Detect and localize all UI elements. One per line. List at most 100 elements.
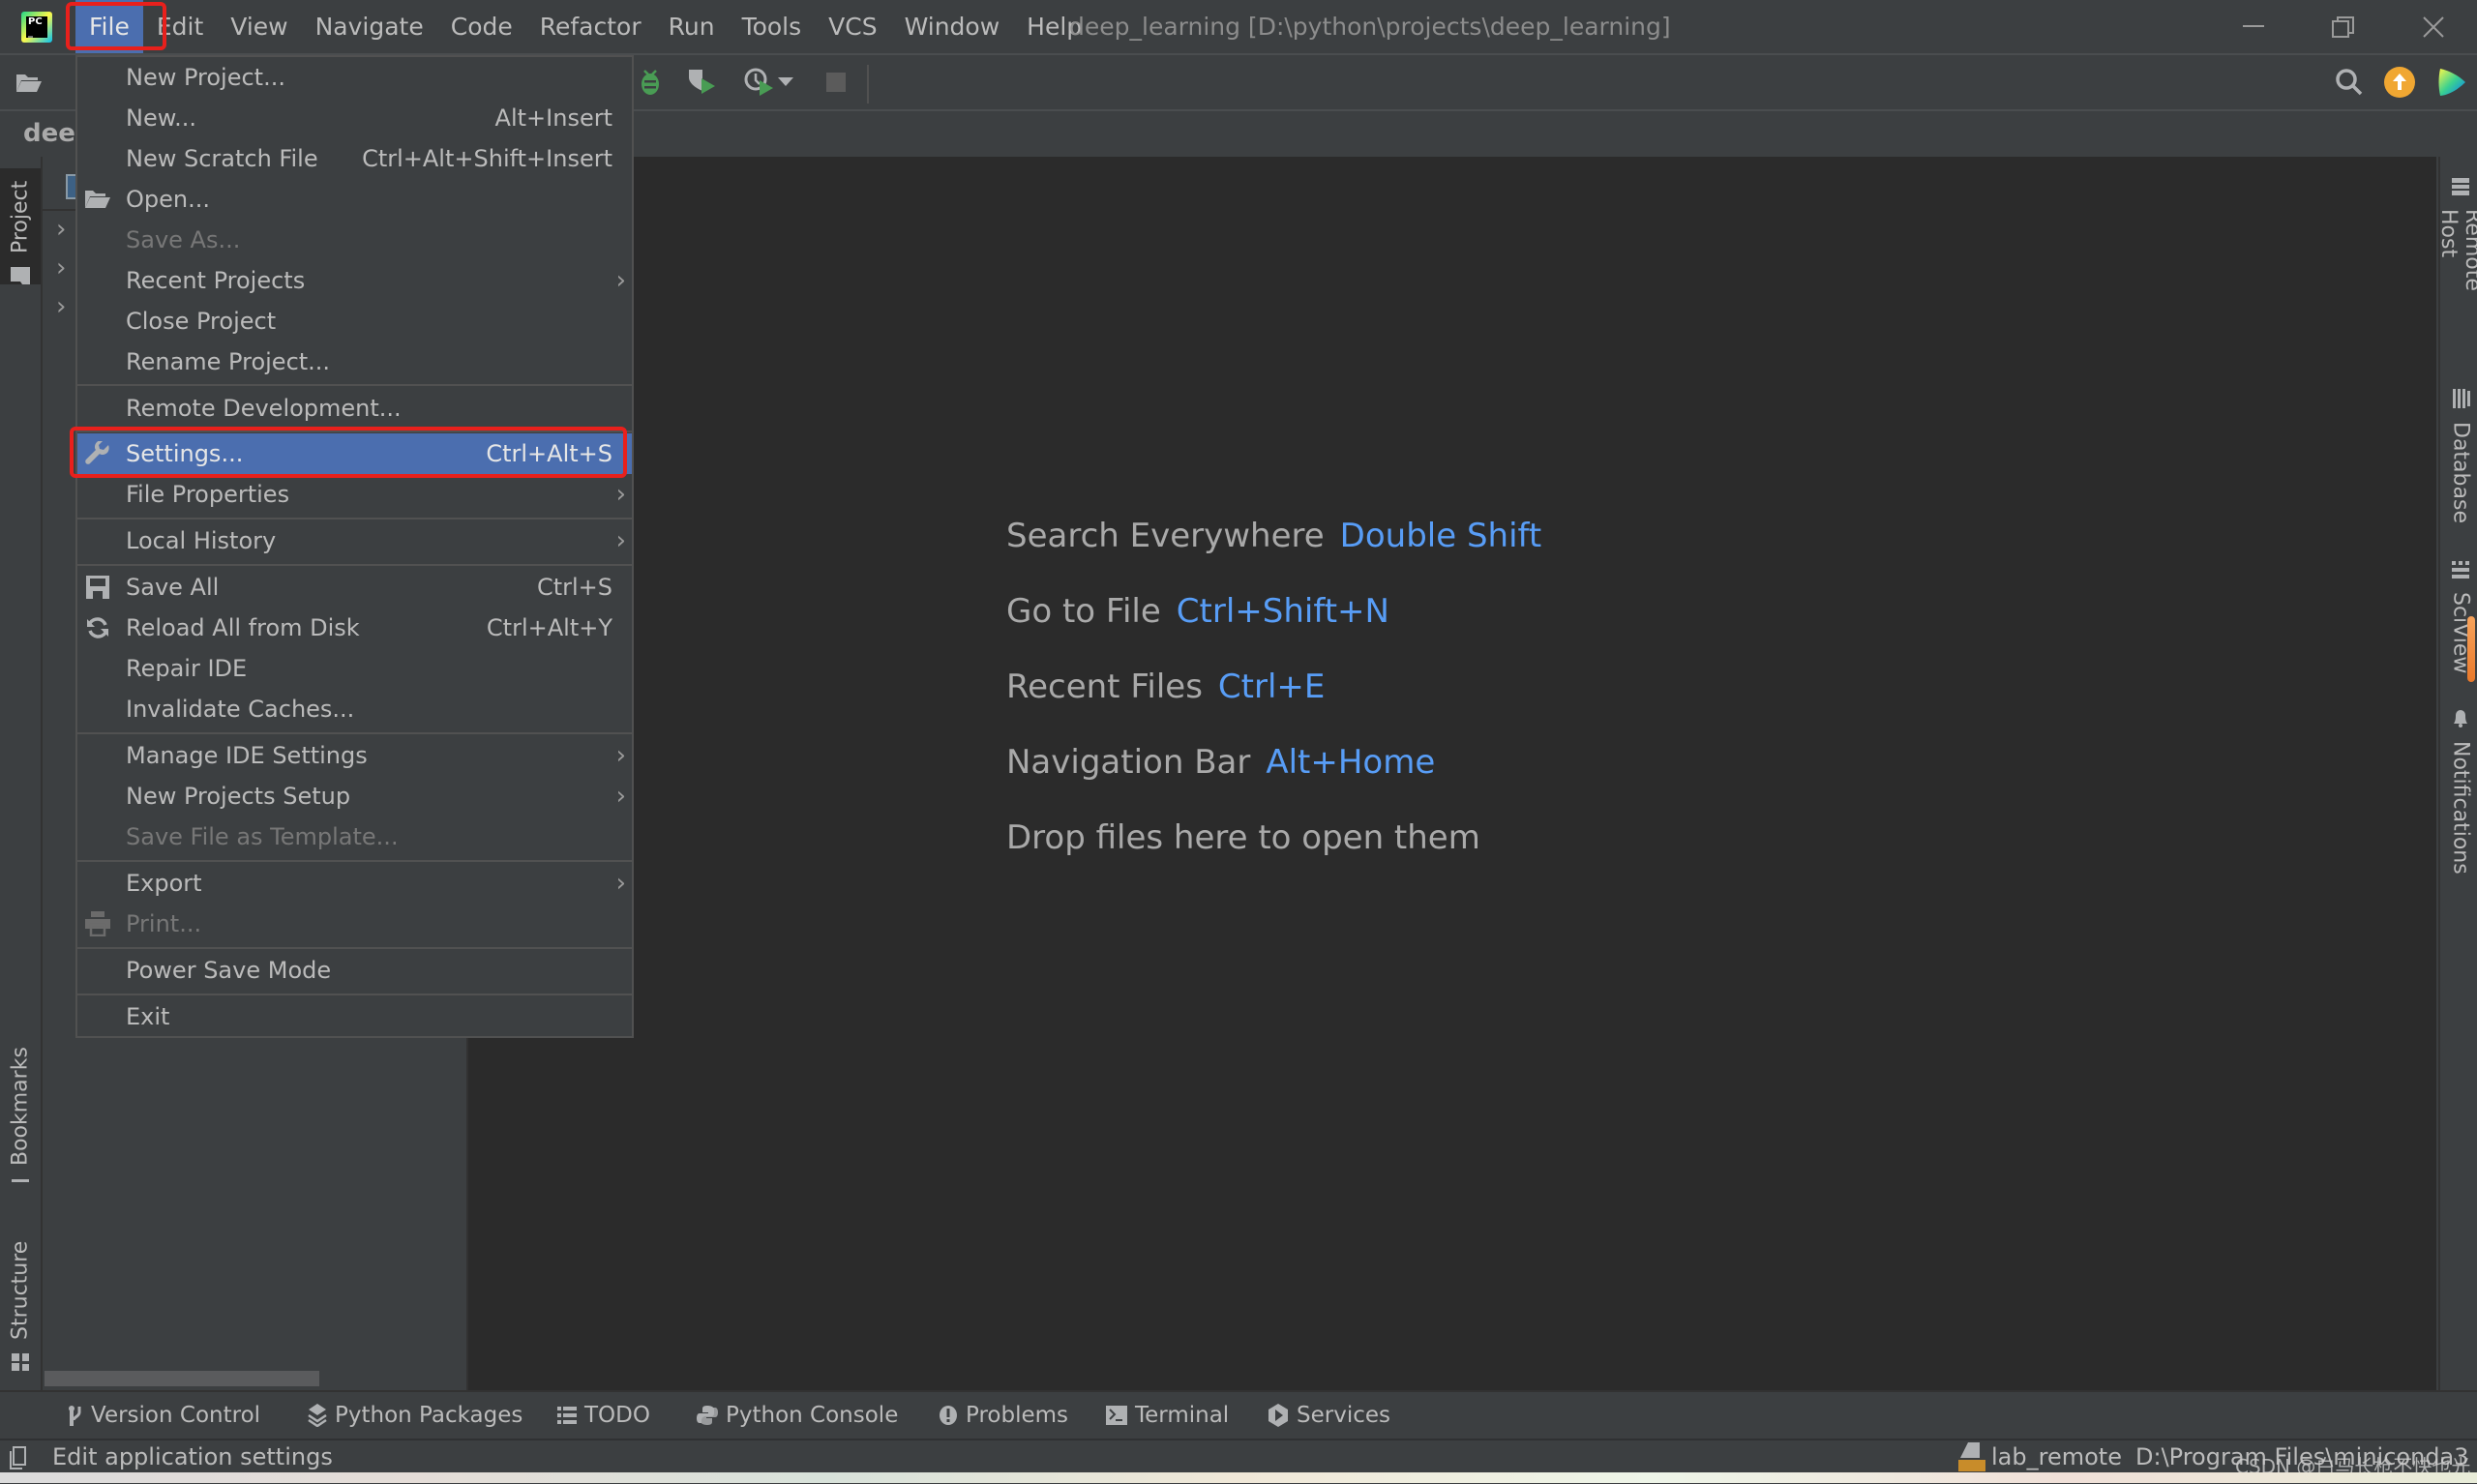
menu-refactor[interactable]: Refactor	[526, 0, 655, 53]
tool-tab-database[interactable]: Database	[2440, 389, 2477, 524]
tool-tab-python-packages[interactable]: Python Packages	[308, 1392, 522, 1439]
status-message: Edit application settings	[52, 1443, 333, 1470]
hint-shortcut: Double Shift	[1339, 517, 1542, 555]
menu-window[interactable]: Window	[891, 0, 1014, 53]
run-with-coverage-button[interactable]	[683, 63, 722, 102]
tree-expand-chevron[interactable]: ›	[56, 292, 66, 321]
tree-expand-chevron[interactable]: ›	[56, 215, 66, 244]
menu-item-power-save-mode[interactable]: Power Save Mode	[77, 950, 632, 991]
terminal-icon	[1106, 1406, 1127, 1425]
run-config-dropdown[interactable]	[774, 63, 797, 102]
restore-button[interactable]	[2300, 0, 2387, 53]
menu-item-label: Save File as Template...	[126, 823, 399, 850]
menu-item-label: Open...	[126, 186, 210, 213]
menu-item-label: New Scratch File	[126, 145, 318, 172]
tool-tab-project-label: Project	[8, 180, 33, 253]
sciview-icon	[2452, 561, 2469, 579]
menu-item-label: Invalidate Caches...	[126, 696, 355, 723]
menu-item-repair-ide[interactable]: Repair IDE	[77, 648, 632, 689]
close-button[interactable]	[2390, 0, 2477, 53]
menu-item-new-projects-setup[interactable]: New Projects Setup ›	[77, 776, 632, 816]
remote-host-icon	[2452, 178, 2469, 195]
menu-separator	[77, 860, 632, 862]
save-icon	[86, 576, 109, 599]
menu-vcs[interactable]: VCS	[815, 0, 890, 53]
profile-button[interactable]	[740, 63, 779, 102]
menu-item-save-file-as-template: Save File as Template...	[77, 816, 632, 857]
tool-tab-terminal[interactable]: Terminal	[1106, 1392, 1229, 1439]
run-with-coverage-icon	[689, 70, 715, 94]
tool-tab-label: Python Packages	[335, 1403, 523, 1428]
toolbox-button[interactable]	[2432, 63, 2471, 102]
menu-navigate[interactable]: Navigate	[302, 0, 437, 53]
file-menu-annotation-box	[66, 2, 166, 50]
menu-item-label: Save All	[126, 574, 220, 601]
search-icon	[2336, 69, 2363, 96]
menu-item-shortcut: Alt+Insert	[494, 104, 612, 132]
minimize-icon	[2243, 24, 2264, 27]
menu-item-export[interactable]: Export ›	[77, 863, 632, 904]
toggle-tool-windows-button[interactable]	[10, 1446, 27, 1473]
project-horizontal-scrollbar[interactable]	[45, 1371, 319, 1386]
hint-shortcut: Alt+Home	[1266, 743, 1436, 782]
tool-tab-version-control[interactable]: Version Control	[68, 1392, 260, 1439]
tool-tab-project[interactable]: Project	[0, 168, 41, 284]
menu-separator	[77, 947, 632, 949]
minimize-button[interactable]	[2211, 0, 2298, 53]
tree-expand-chevron[interactable]: ›	[56, 253, 66, 282]
menu-item-new-project[interactable]: New Project...	[77, 57, 632, 98]
menu-item-manage-ide-settings[interactable]: Manage IDE Settings ›	[77, 735, 632, 776]
jetbrains-toolbox-icon	[2438, 69, 2465, 96]
desktop-background-strip	[0, 1472, 2477, 1483]
menu-code[interactable]: Code	[437, 0, 526, 53]
tool-tab-problems[interactable]: Problems	[939, 1392, 1068, 1439]
menu-item-new-scratch-file[interactable]: New Scratch File Ctrl+Alt+Shift+Insert	[77, 138, 632, 179]
menu-item-close-project[interactable]: Close Project	[77, 301, 632, 341]
search-everywhere-button[interactable]	[2330, 63, 2369, 102]
menu-view[interactable]: View	[217, 0, 301, 53]
update-button[interactable]	[2380, 63, 2419, 102]
menu-item-label: New Project...	[126, 64, 285, 91]
title-bar: PC _ File Edit View Navigate Code Refacto…	[0, 0, 2477, 55]
menu-item-invalidate-caches[interactable]: Invalidate Caches...	[77, 689, 632, 729]
menu-item-recent-projects[interactable]: Recent Projects ›	[77, 260, 632, 301]
menu-item-exit[interactable]: Exit	[77, 996, 632, 1037]
menu-tools[interactable]: Tools	[729, 0, 816, 53]
tool-tab-todo[interactable]: TODO	[557, 1392, 650, 1439]
menu-item-label: Exit	[126, 1003, 170, 1030]
menu-item-save-all[interactable]: Save All Ctrl+S	[77, 567, 632, 608]
menu-item-rename-project[interactable]: Rename Project...	[77, 341, 632, 382]
tool-tab-label: Terminal	[1135, 1403, 1230, 1428]
tool-tab-structure[interactable]: Structure	[0, 1235, 41, 1371]
menu-item-new[interactable]: New... Alt+Insert	[77, 98, 632, 138]
menu-item-label: Close Project	[126, 308, 277, 335]
sftp-icon	[1958, 1442, 1985, 1473]
tool-tab-remote-host[interactable]: Remote Host	[2436, 178, 2477, 342]
right-tool-strip: Remote Host Database SciView Notificatio…	[2436, 157, 2477, 1390]
pycharm-logo-icon[interactable]: PC _	[21, 12, 52, 43]
tool-tab-structure-label: Structure	[8, 1240, 33, 1340]
services-icon	[1268, 1404, 1288, 1427]
menu-item-label: Manage IDE Settings	[126, 742, 368, 769]
menu-item-reload-all[interactable]: Reload All from Disk Ctrl+Alt+Y	[77, 608, 632, 648]
tool-tab-python-console[interactable]: Python Console	[697, 1392, 898, 1439]
menu-separator	[77, 564, 632, 566]
menu-item-file-properties[interactable]: File Properties ›	[77, 474, 632, 515]
menu-item-local-history[interactable]: Local History ›	[77, 520, 632, 561]
submenu-arrow-icon: ›	[615, 869, 626, 898]
print-icon	[85, 911, 110, 936]
menu-item-label: Rename Project...	[126, 348, 331, 375]
open-folder-button[interactable]	[10, 63, 48, 102]
menu-item-open[interactable]: Open...	[77, 179, 632, 220]
bookmark-icon	[12, 1178, 29, 1182]
stop-button[interactable]	[817, 63, 855, 102]
tool-tab-notifications[interactable]: Notifications	[2440, 708, 2477, 882]
tool-tab-services[interactable]: Services	[1268, 1392, 1390, 1439]
menu-run[interactable]: Run	[655, 0, 729, 53]
tool-tab-label: Problems	[966, 1403, 1069, 1428]
tool-tab-bookmarks[interactable]: Bookmarks	[0, 1047, 41, 1182]
deployment-server[interactable]: lab_remote	[1991, 1440, 2122, 1474]
menu-item-label: New Projects Setup	[126, 783, 351, 810]
menu-item-remote-development[interactable]: Remote Development...	[77, 388, 632, 429]
debug-button[interactable]	[631, 63, 670, 102]
